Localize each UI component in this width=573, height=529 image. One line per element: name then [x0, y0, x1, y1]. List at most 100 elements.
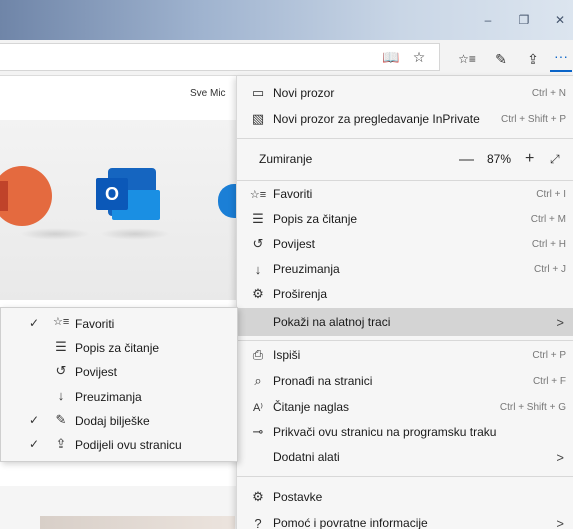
submenu-item-add-notes[interactable]: ✓ ✎ Dodaj bilješke	[1, 409, 237, 433]
chevron-right-icon: >	[556, 515, 564, 529]
restore-button[interactable]: ❐	[514, 12, 534, 28]
pin-taskbar-label: Prikvači ovu stranicu na programsku trak…	[273, 425, 497, 439]
chevron-right-icon: >	[556, 314, 564, 330]
zoom-in-button[interactable]: +	[525, 150, 534, 168]
submenu-item-share[interactable]: ✓ ⇪ Podijeli ovu stranicu	[1, 433, 237, 457]
reading-list-icon: ☰	[252, 211, 264, 226]
more-menu-button[interactable]: ···	[550, 46, 572, 72]
submenu-item-label: Preuzimanja	[75, 390, 142, 404]
history-shortcut: Ctrl + H	[531, 238, 566, 250]
menu-item-show-on-toolbar[interactable]: Pokaži na alatnoj traci >	[237, 308, 573, 336]
share-icon: ⇪	[55, 436, 67, 451]
history-icon: ↺	[252, 236, 264, 251]
extensions-label: Proširenja	[273, 287, 328, 301]
title-bar: – ❐ ✕	[0, 0, 573, 40]
pin-icon: ⊸	[252, 424, 264, 439]
menu-item-new-window[interactable]: ▭ Novi prozor Ctrl + N	[237, 80, 573, 106]
reading-list-label: Popis za čitanje	[273, 212, 358, 226]
submenu-item-label: Favoriti	[75, 317, 115, 331]
history-label: Povijest	[273, 237, 316, 251]
menu-item-downloads[interactable]: ↓ Preuzimanja Ctrl + J	[237, 256, 573, 282]
reading-view-icon[interactable]: 📖	[380, 47, 402, 67]
more-tools-label: Dodatni alati	[273, 450, 340, 464]
read-aloud-label: Čitanje naglas	[273, 400, 350, 414]
page-bottom-image	[40, 516, 235, 529]
reading-list-shortcut: Ctrl + M	[530, 213, 566, 225]
menu-item-find[interactable]: ⌕ Pronađi na stranici Ctrl + F	[237, 368, 573, 394]
menu-divider	[237, 340, 573, 341]
inprivate-icon: ▧	[251, 111, 265, 126]
menu-item-pin-taskbar[interactable]: ⊸ Prikvači ovu stranicu na programsku tr…	[237, 419, 573, 445]
menu-divider	[237, 476, 573, 477]
notes-pen-icon[interactable]: ✎	[490, 49, 512, 69]
menu-item-extensions[interactable]: ⚙ Proširenja	[237, 281, 573, 307]
zoom-value: 87%	[487, 152, 512, 166]
fullscreen-icon[interactable]: ⤢	[550, 152, 560, 167]
menu-item-history[interactable]: ↺ Povijest Ctrl + H	[237, 231, 573, 257]
favorites-icon: ☆≡	[53, 316, 70, 328]
downloads-label: Preuzimanja	[273, 262, 340, 276]
address-bar[interactable]: 📖 ☆	[0, 43, 440, 71]
read-aloud-shortcut: Ctrl + Shift + G	[499, 401, 566, 413]
puzzle-icon: ⚙	[252, 286, 264, 301]
menu-item-settings[interactable]: ⚙ Postavke	[237, 484, 573, 510]
menu-divider	[237, 138, 573, 139]
browser-toolbar: 📖 ☆ ☆≡ ✎ ⇪ ···	[0, 40, 573, 76]
favorites-hub-icon[interactable]: ☆≡	[456, 49, 478, 69]
submenu-item-downloads[interactable]: ↓ Preuzimanja	[1, 385, 237, 409]
find-label: Pronađi na stranici	[273, 374, 373, 388]
hero-banner: O	[0, 120, 250, 300]
checkmark-icon: ✓	[29, 316, 40, 330]
submenu-item-favorites[interactable]: ✓ ☆≡ Favoriti	[1, 312, 237, 336]
history-icon: ↺	[55, 363, 67, 378]
menu-item-print[interactable]: ⎙ Ispiši Ctrl + P	[237, 342, 573, 368]
chevron-right-icon: >	[556, 449, 564, 465]
new-window-icon: ▭	[251, 85, 265, 100]
show-on-toolbar-submenu: ✓ ☆≡ Favoriti ☰ Popis za čitanje ↺ Povij…	[0, 307, 238, 462]
new-window-label: Novi prozor	[273, 86, 335, 100]
printer-icon: ⎙	[252, 347, 264, 362]
submenu-item-label: Povijest	[75, 365, 118, 379]
menu-item-read-aloud[interactable]: A⁾ Čitanje naglas Ctrl + Shift + G	[237, 394, 573, 420]
read-aloud-icon: A⁾	[252, 401, 264, 414]
favorites-shortcut: Ctrl + I	[536, 188, 566, 200]
menu-item-zoom: Zumiranje — 87% + ⤢	[237, 144, 573, 174]
settings-label: Postavke	[273, 490, 323, 504]
page-nav-text[interactable]: Sve Mic	[190, 88, 226, 99]
outlook-logo-icon: O	[96, 168, 160, 224]
help-label: Pomoć i povratne informacije	[273, 516, 428, 529]
menu-item-more-tools[interactable]: Dodatni alati >	[237, 444, 573, 470]
inprivate-shortcut: Ctrl + Shift + P	[500, 113, 566, 125]
checkmark-icon: ✓	[29, 413, 40, 427]
find-shortcut: Ctrl + F	[532, 375, 566, 387]
share-icon[interactable]: ⇪	[522, 49, 544, 69]
minimize-button[interactable]: –	[478, 12, 498, 28]
settings-menu: ▭ Novi prozor Ctrl + N ▧ Novi prozor za …	[236, 76, 573, 529]
submenu-item-reading-list[interactable]: ☰ Popis za čitanje	[1, 336, 237, 360]
submenu-item-label: Podijeli ovu stranicu	[75, 438, 182, 452]
submenu-item-label: Dodaj bilješke	[75, 414, 150, 428]
menu-item-reading-list[interactable]: ☰ Popis za čitanje Ctrl + M	[237, 206, 573, 232]
zoom-out-button[interactable]: —	[459, 151, 474, 168]
inprivate-label: Novi prozor za pregledavanje InPrivate	[273, 112, 480, 126]
download-icon: ↓	[254, 261, 262, 277]
favorites-label: Favoriti	[273, 187, 313, 201]
new-window-shortcut: Ctrl + N	[531, 87, 566, 99]
zoom-label: Zumiranje	[259, 152, 313, 166]
add-favorite-star-icon[interactable]: ☆	[408, 47, 430, 67]
reading-list-icon: ☰	[55, 339, 67, 354]
downloads-shortcut: Ctrl + J	[534, 263, 566, 275]
print-label: Ispiši	[273, 348, 301, 362]
pen-icon: ✎	[55, 412, 67, 427]
print-shortcut: Ctrl + P	[532, 349, 566, 361]
submenu-item-history[interactable]: ↺ Povijest	[1, 360, 237, 384]
checkmark-icon: ✓	[29, 437, 40, 451]
close-button[interactable]: ✕	[550, 12, 570, 28]
submenu-item-label: Popis za čitanje	[75, 341, 160, 355]
favorites-icon: ☆≡	[249, 188, 267, 201]
menu-item-favorites[interactable]: ☆≡ Favoriti Ctrl + I	[237, 181, 573, 207]
help-icon: ?	[254, 515, 262, 529]
menu-item-inprivate[interactable]: ▧ Novi prozor za pregledavanje InPrivate…	[237, 106, 573, 132]
gear-icon: ⚙	[252, 489, 264, 504]
menu-item-help[interactable]: ? Pomoć i povratne informacije >	[237, 510, 573, 529]
